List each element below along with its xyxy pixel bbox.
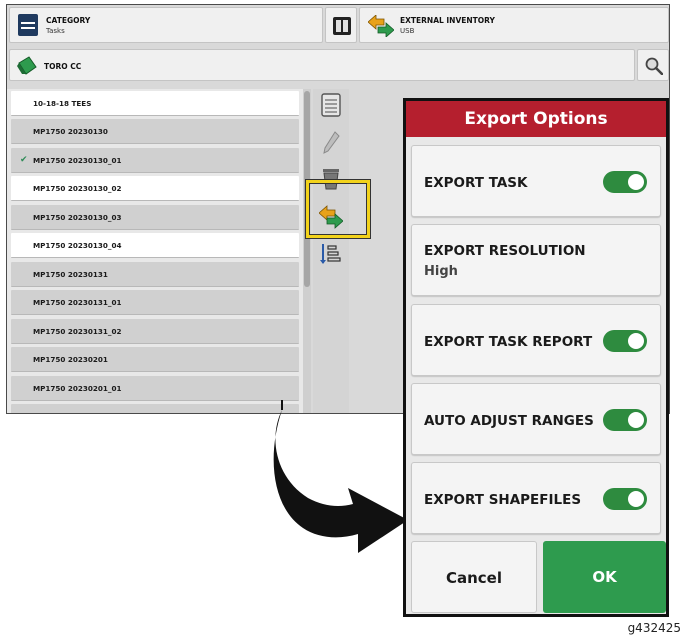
export-options-dialog: Export Options EXPORT TASK EXPORT RESOLU…	[403, 98, 669, 617]
list-item[interactable]: MP1750 20230130_02	[11, 176, 299, 201]
auto-adjust-ranges-option[interactable]: AUTO ADJUST RANGES	[411, 383, 661, 455]
export-shapefiles-label: EXPORT SHAPEFILES	[424, 492, 582, 508]
scrollbar[interactable]	[303, 89, 311, 413]
task-label: MP1750 20230201_01	[33, 384, 122, 393]
category-icon	[18, 14, 38, 36]
list-item[interactable]: MP1750 20230130_04	[11, 233, 299, 258]
toggle-knob	[628, 333, 644, 349]
task-label: MP1750 20230201	[33, 355, 108, 364]
export-task-report-label: EXPORT TASK REPORT	[424, 334, 593, 350]
task-label: 10-18-18 TEES	[33, 99, 92, 108]
tool-column	[313, 89, 349, 413]
auto-adjust-ranges-toggle[interactable]	[603, 409, 647, 431]
search-button[interactable]	[637, 49, 669, 81]
task-label: MP1750 20230130_01	[33, 156, 122, 165]
list-item	[11, 404, 299, 413]
sort-icon[interactable]	[320, 243, 342, 265]
split-view-button[interactable]	[325, 7, 357, 43]
category-title: CATEGORY	[46, 16, 91, 25]
checkmark-icon: ✔	[20, 155, 28, 165]
export-task-toggle[interactable]	[603, 171, 647, 193]
task-label: MP1750 20230130_04	[33, 241, 122, 250]
auto-adjust-ranges-label: AUTO ADJUST RANGES	[424, 413, 594, 429]
task-label: MP1750 20230131	[33, 270, 108, 279]
list-item[interactable]: MP1750 20230201_01	[11, 376, 299, 401]
export-shapefiles-option[interactable]: EXPORT SHAPEFILES	[411, 462, 661, 534]
export-task-report-toggle[interactable]	[603, 330, 647, 352]
columns-icon	[333, 17, 351, 35]
pencil-icon[interactable]	[322, 131, 340, 155]
notepad-icon[interactable]	[321, 93, 341, 117]
transfer-icon	[368, 15, 394, 37]
inventory-value: USB	[400, 27, 415, 35]
export-shapefiles-toggle[interactable]	[603, 488, 647, 510]
dialog-title: Export Options	[406, 101, 666, 137]
toggle-knob	[628, 491, 644, 507]
list-item[interactable]: 10-18-18 TEES	[11, 91, 299, 116]
search-icon	[645, 57, 663, 75]
export-resolution-value: High	[424, 264, 458, 279]
export-highlight-box	[306, 180, 370, 238]
client-icon	[17, 56, 37, 75]
list-item[interactable]: MP1750 20230130	[11, 119, 299, 144]
task-label: MP1750 20230131_02	[33, 327, 122, 336]
task-label: MP1750 20230130_03	[33, 213, 122, 222]
task-label: MP1750 20230130_02	[33, 184, 122, 193]
list-item[interactable]: MP1750 20230201	[11, 347, 299, 372]
task-label: MP1750 20230131_01	[33, 298, 122, 307]
category-selector[interactable]: CATEGORY Tasks	[9, 7, 323, 43]
toggle-knob	[628, 412, 644, 428]
export-resolution-label: EXPORT RESOLUTION	[424, 243, 586, 259]
figure-id: g432425	[627, 621, 681, 635]
cancel-button[interactable]: Cancel	[411, 541, 537, 613]
export-task-option[interactable]: EXPORT TASK	[411, 145, 661, 217]
toggle-knob	[628, 174, 644, 190]
ok-button[interactable]: OK	[543, 541, 666, 613]
export-task-report-option[interactable]: EXPORT TASK REPORT	[411, 304, 661, 376]
client-selector[interactable]: TORO CC	[9, 49, 635, 81]
inventory-title: EXTERNAL INVENTORY	[400, 16, 495, 25]
task-label: MP1750 20230130	[33, 127, 108, 136]
external-inventory-selector[interactable]: EXTERNAL INVENTORY USB	[359, 7, 669, 43]
list-item[interactable]: MP1750 20230131_01	[11, 290, 299, 315]
task-list: 10-18-18 TEES MP1750 20230130 ✔ MP1750 20…	[7, 89, 307, 413]
list-item[interactable]: MP1750 20230131_02	[11, 319, 299, 344]
list-item[interactable]: MP1750 20230130_03	[11, 205, 299, 230]
list-item[interactable]: ✔ MP1750 20230130_01	[11, 148, 299, 173]
export-task-label: EXPORT TASK	[424, 175, 528, 191]
category-value: Tasks	[46, 27, 65, 35]
curved-arrow-icon	[273, 400, 408, 553]
client-label: TORO CC	[44, 62, 82, 71]
export-resolution-option[interactable]: EXPORT RESOLUTION High	[411, 224, 661, 296]
list-item[interactable]: MP1750 20230131	[11, 262, 299, 287]
